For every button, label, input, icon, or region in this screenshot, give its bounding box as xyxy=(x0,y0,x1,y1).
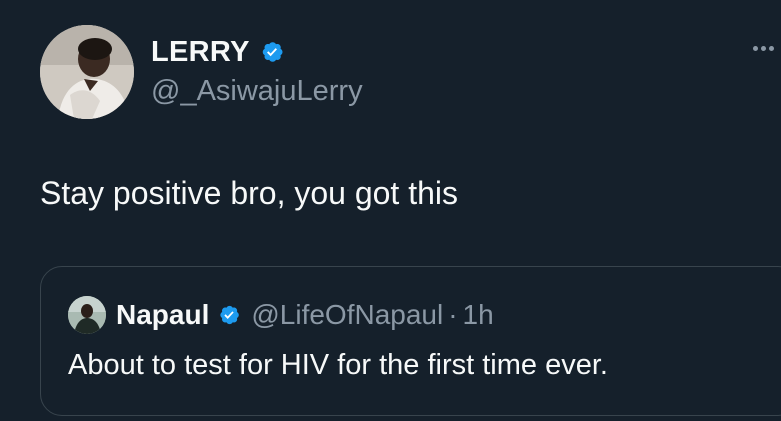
author-display-name[interactable]: LERRY xyxy=(151,36,250,69)
quoted-author-avatar[interactable] xyxy=(68,296,106,334)
quoted-tweet-header: Napaul @LifeOfNapaul · 1h xyxy=(68,296,494,334)
quoted-author-name[interactable]: Napaul xyxy=(116,299,209,331)
verified-badge-icon xyxy=(257,37,287,67)
quoted-verified-badge-icon xyxy=(215,301,243,329)
more-dot xyxy=(769,45,774,51)
quoted-author-handle[interactable]: @LifeOfNapaul xyxy=(251,299,443,331)
tweet: LERRY @_AsiwajuLerry Stay positive bro, … xyxy=(0,0,781,421)
tweet-text: Stay positive bro, you got this xyxy=(40,175,458,211)
quoted-separator: · xyxy=(448,299,458,330)
author-name-row: LERRY xyxy=(151,34,287,70)
more-horizontal-icon xyxy=(753,45,758,51)
quoted-timestamp[interactable]: 1h xyxy=(463,299,494,331)
more-options-button[interactable] xyxy=(753,38,781,58)
avatar-image xyxy=(40,25,134,119)
quoted-tweet-card[interactable]: Napaul @LifeOfNapaul · 1h About to test … xyxy=(40,266,781,416)
more-dot xyxy=(761,45,766,51)
quoted-tweet-text: About to test for HIV for the first time… xyxy=(68,349,608,381)
quoted-avatar-image xyxy=(68,296,106,334)
author-handle[interactable]: @_AsiwajuLerry xyxy=(151,75,363,108)
author-avatar[interactable] xyxy=(40,25,134,119)
